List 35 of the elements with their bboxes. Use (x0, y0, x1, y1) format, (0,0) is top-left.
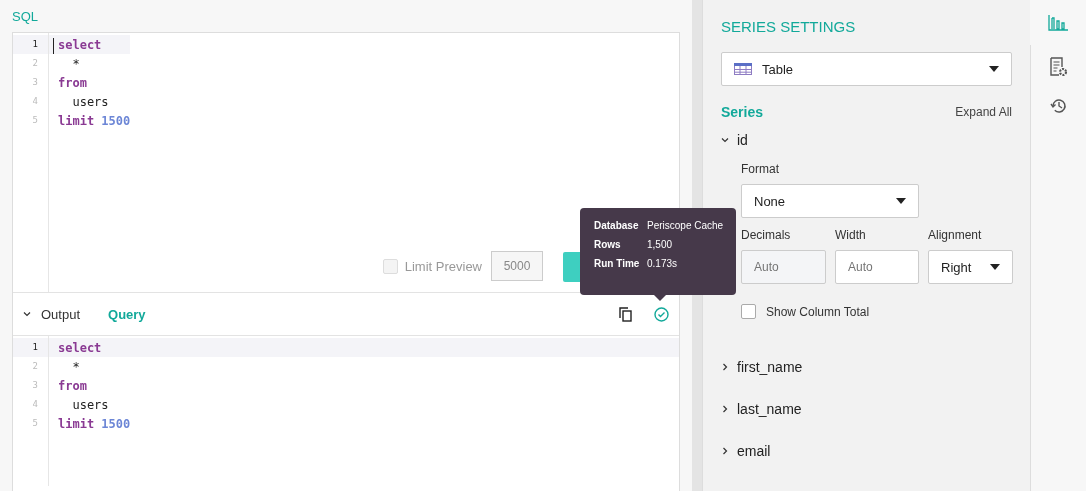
limit-preview-label: Limit Preview (404, 258, 482, 274)
tooltip-label: Database (594, 220, 640, 231)
code-line: * (71, 359, 80, 374)
line-number: 3 (31, 76, 39, 89)
tooltip-value: 1,500 (647, 239, 674, 250)
line-number: 4 (31, 95, 39, 108)
code-line: limit 1500 (58, 113, 131, 128)
code-line: select (58, 37, 102, 52)
field-label: Width (835, 228, 867, 242)
field-label: Alignment (928, 228, 983, 242)
line-number: 1 (13, 338, 48, 357)
tooltip-value: 0.173s (647, 258, 679, 269)
series-heading: Series (721, 104, 764, 120)
code-line: select (58, 340, 102, 355)
code-line: from (58, 378, 87, 393)
line-number: 2 (31, 57, 39, 70)
line-number: 1 (13, 35, 48, 54)
line-number: 4 (31, 398, 39, 411)
tooltip-value: Periscope Cache (647, 220, 725, 231)
field-label: Decimals (741, 228, 792, 242)
code-line: from (58, 75, 87, 90)
line-number: 2 (31, 360, 39, 373)
field-label: Format (741, 162, 780, 176)
code-line: users (71, 94, 109, 109)
tooltip-label: Run Time (594, 258, 641, 269)
line-number: 3 (31, 379, 39, 392)
line-number: 5 (31, 417, 39, 430)
column-total-label: Show Column Total (766, 304, 870, 319)
code-line: * (71, 56, 80, 71)
settings-title: SERIES SETTINGS (721, 18, 857, 37)
line-number: 5 (31, 114, 39, 127)
code-line: users (71, 397, 109, 412)
tooltip-label: Rows (594, 239, 622, 250)
sql-title: SQL (12, 7, 39, 26)
code-line: limit 1500 (58, 416, 131, 431)
